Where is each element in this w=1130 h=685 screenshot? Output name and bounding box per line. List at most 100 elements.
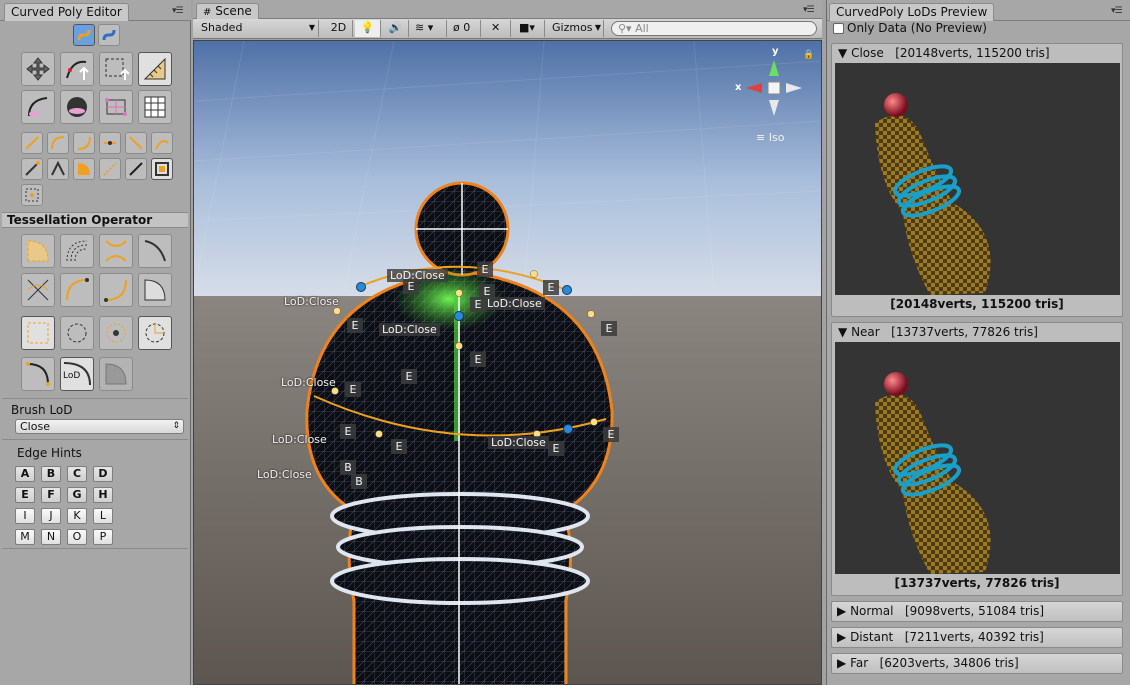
tess-tool-15[interactable] bbox=[99, 357, 133, 391]
tab-curved-poly-editor[interactable]: Curved Poly Editor bbox=[4, 3, 129, 21]
edge-hint-d-button[interactable]: D bbox=[93, 466, 113, 482]
audio-toggle-icon[interactable]: 🔊 bbox=[383, 20, 409, 37]
edge-hint-c-button[interactable]: C bbox=[67, 466, 87, 482]
edge-tool-3[interactable] bbox=[73, 132, 95, 154]
lod-header-close[interactable]: ▼ Close [20148verts, 115200 tris] bbox=[838, 46, 1050, 60]
edge-tool-6[interactable] bbox=[151, 132, 173, 154]
patch-tool[interactable] bbox=[99, 90, 133, 124]
ruler-tool[interactable] bbox=[138, 52, 172, 86]
edge-tag[interactable]: E bbox=[543, 280, 559, 295]
edge-hint-a-button[interactable]: A bbox=[15, 466, 35, 482]
edge-tag[interactable]: E bbox=[477, 262, 493, 277]
brush-lod-dropdown[interactable]: Close ⇕ bbox=[15, 419, 184, 434]
edge-hint-f-button[interactable]: F bbox=[41, 487, 61, 503]
edge-tag[interactable]: E bbox=[403, 279, 419, 294]
edge-hint-j-button[interactable]: J bbox=[41, 508, 61, 524]
scene-viewport[interactable]: y x ≡ Iso 🔒 LoD:Close LoD:Close LoD:Clos… bbox=[193, 40, 822, 685]
edge-hint-h-button[interactable]: H bbox=[93, 487, 113, 503]
panel-menu-icon[interactable]: ▾☰ bbox=[172, 6, 184, 16]
panel-menu-icon[interactable]: ▾☰ bbox=[1111, 6, 1123, 16]
edge-tool-12[interactable] bbox=[151, 158, 173, 180]
edge-tag[interactable]: E bbox=[401, 369, 417, 384]
edge-tag[interactable]: E bbox=[470, 297, 486, 312]
hidden-objects-toggle[interactable]: ø 0 bbox=[449, 20, 481, 37]
rect-select-tool[interactable] bbox=[99, 52, 133, 86]
edge-hint-e-button[interactable]: E bbox=[15, 487, 35, 503]
search-input[interactable]: ⚲▾ All bbox=[611, 21, 817, 36]
tess-tool-10[interactable] bbox=[60, 316, 94, 350]
edge-tag[interactable]: E bbox=[601, 321, 617, 336]
chevron-right-icon: ▶ bbox=[837, 604, 847, 618]
lod-label: LoD:Close bbox=[488, 436, 549, 449]
move-tool[interactable] bbox=[21, 52, 55, 86]
surface-mode-toggle[interactable] bbox=[98, 24, 120, 46]
lod-header-near[interactable]: ▼ Near [13737verts, 77826 tris] bbox=[838, 325, 1038, 339]
lod-tool[interactable]: LoD bbox=[60, 357, 94, 391]
edge-hint-p-button[interactable]: P bbox=[93, 529, 113, 545]
lighting-toggle-icon[interactable]: 💡 bbox=[355, 20, 381, 37]
lod-header-far[interactable]: ▶ Far [6203verts, 34806 tris] bbox=[831, 653, 1123, 674]
lod-header-normal[interactable]: ▶ Normal [9098verts, 51084 tris] bbox=[831, 601, 1123, 622]
edge-tool-7[interactable] bbox=[21, 158, 43, 180]
edge-tool-10[interactable] bbox=[99, 158, 121, 180]
edge-hint-n-button[interactable]: N bbox=[41, 529, 61, 545]
edge-tag[interactable]: B bbox=[351, 474, 367, 489]
tess-tool-2[interactable] bbox=[60, 234, 94, 268]
edge-hint-b-button[interactable]: B bbox=[41, 466, 61, 482]
camera-dropdown-icon[interactable]: ■▾ bbox=[515, 20, 545, 37]
curve-mode-toggle[interactable] bbox=[73, 24, 95, 46]
edge-tag[interactable]: E bbox=[603, 427, 619, 442]
tess-tool-13[interactable] bbox=[21, 357, 55, 391]
scene-menu-icon[interactable]: ▾☰ bbox=[803, 5, 815, 15]
edge-hint-i-button[interactable]: I bbox=[15, 508, 35, 524]
only-data-checkbox[interactable] bbox=[833, 23, 844, 34]
lock-icon[interactable]: 🔒 bbox=[803, 50, 814, 60]
tess-tool-1[interactable] bbox=[21, 234, 55, 268]
edge-tag[interactable]: E bbox=[391, 439, 407, 454]
tools-icon[interactable]: ✕ bbox=[487, 20, 511, 37]
tab-lods-preview[interactable]: CurvedPoly LoDs Preview bbox=[829, 3, 995, 21]
lod-header-distant[interactable]: ▶ Distant [7211verts, 40392 tris] bbox=[831, 627, 1123, 648]
2d-toggle[interactable]: 2D bbox=[325, 20, 353, 37]
edge-tool-5[interactable] bbox=[125, 132, 147, 154]
tess-tool-11[interactable] bbox=[99, 316, 133, 350]
sphere-tool[interactable] bbox=[60, 90, 94, 124]
edge-tool-1[interactable] bbox=[21, 132, 43, 154]
edge-tool-4[interactable] bbox=[99, 132, 121, 154]
edge-hint-o-button[interactable]: O bbox=[67, 529, 87, 545]
edge-hint-m-button[interactable]: M bbox=[15, 529, 35, 545]
edge-tool-8[interactable] bbox=[47, 158, 69, 180]
edge-tool-9[interactable] bbox=[73, 158, 95, 180]
edge-tag[interactable]: E bbox=[345, 382, 361, 397]
grid-icon: # bbox=[203, 7, 212, 18]
gizmos-dropdown[interactable]: Gizmos ▼ bbox=[548, 20, 604, 37]
tess-tool-6[interactable] bbox=[60, 273, 94, 307]
tess-tool-7[interactable] bbox=[99, 273, 133, 307]
edge-tool-11[interactable] bbox=[125, 158, 147, 180]
shading-mode-dropdown[interactable]: Shaded ▼ bbox=[197, 20, 319, 37]
edge-tool-13[interactable] bbox=[21, 184, 43, 206]
edge-hint-g-button[interactable]: G bbox=[67, 487, 87, 503]
tess-tool-9[interactable] bbox=[21, 316, 55, 350]
tess-tool-8[interactable] bbox=[138, 273, 172, 307]
edge-hint-k-button[interactable]: K bbox=[67, 508, 87, 524]
edge-tag[interactable]: E bbox=[470, 352, 486, 367]
divider bbox=[2, 398, 188, 399]
tess-tool-3[interactable] bbox=[99, 234, 133, 268]
edge-tag[interactable]: B bbox=[340, 460, 356, 475]
gizmo-projection-label[interactable]: ≡ Iso bbox=[756, 131, 784, 144]
tess-tool-12[interactable] bbox=[138, 316, 172, 350]
edge-tag[interactable]: E bbox=[548, 441, 564, 456]
edge-tag[interactable]: E bbox=[340, 424, 356, 439]
arc-tool[interactable] bbox=[21, 90, 55, 124]
edge-tag[interactable]: E bbox=[347, 318, 363, 333]
tess-tool-4[interactable] bbox=[138, 234, 172, 268]
effects-dropdown-icon[interactable]: ≋ ▾ bbox=[411, 20, 447, 37]
tess-tool-5[interactable] bbox=[21, 273, 55, 307]
edge-hint-l-button[interactable]: L bbox=[93, 508, 113, 524]
tab-scene[interactable]: # Scene bbox=[196, 3, 259, 19]
grid-tool[interactable] bbox=[138, 90, 172, 124]
edge-tool-2[interactable] bbox=[47, 132, 69, 154]
curve-draw-tool[interactable] bbox=[60, 52, 94, 86]
menu-icon: ≡ bbox=[756, 131, 766, 144]
